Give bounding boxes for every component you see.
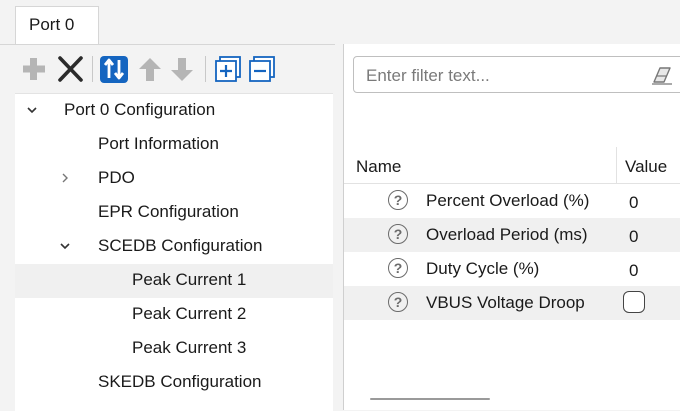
toolbar-separator [92,56,93,82]
tree-node-peak-current-1[interactable]: Peak Current 1 [15,264,333,298]
toolbar [15,50,335,88]
help-icon[interactable]: ? [388,224,408,244]
tree-node-label: SKEDB Configuration [98,372,262,391]
tree-node-label: SCEDB Configuration [98,236,263,255]
tree-node-epr-configuration[interactable]: EPR Configuration [15,196,333,230]
tab-label: Port 0 [29,15,75,34]
property-value[interactable]: 0 [629,193,638,213]
collapse-all-button[interactable] [247,54,277,84]
tab-strip: Port 0 [0,0,680,45]
tree-node-port-information[interactable]: Port Information [15,128,333,162]
property-name: Duty Cycle (%) [426,259,540,278]
tree-node-label: Peak Current 3 [132,338,247,357]
chevron-down-icon[interactable] [25,102,39,118]
delete-button[interactable] [55,54,85,84]
pane-splitter[interactable] [335,44,343,410]
move-down-button[interactable] [167,54,197,84]
column-header-name[interactable]: Name [356,157,401,177]
help-icon[interactable]: ? [388,190,408,210]
property-value[interactable]: 0 [629,261,638,281]
property-name: Overload Period (ms) [426,225,588,244]
plus-icon [23,58,45,80]
toolbar-separator [205,56,206,82]
tree-node-port-0-configuration[interactable]: Port 0 Configuration [15,94,333,128]
add-button[interactable] [19,54,49,84]
property-name: VBUS Voltage Droop [426,293,585,312]
tree-node-scedb-configuration[interactable]: SCEDB Configuration [15,230,333,264]
property-grid: Name Value ? Percent Overload (%) 0 ? Ov… [344,147,680,410]
filter-box [353,56,680,93]
filter-input[interactable] [364,63,638,89]
column-resize-handle[interactable] [616,147,617,183]
help-icon[interactable]: ? [388,292,408,312]
tree-node-pdo[interactable]: PDO [15,162,333,196]
move-up-button[interactable] [135,54,165,84]
tree-node-label: Port Information [98,134,219,153]
property-panel: Name Value ? Percent Overload (%) 0 ? Ov… [343,44,680,410]
grid-row-vbus-voltage-droop[interactable]: ? VBUS Voltage Droop [344,286,680,320]
grid-row-percent-overload[interactable]: ? Percent Overload (%) 0 [344,184,680,218]
tree-node-label: PDO [98,168,135,187]
chevron-down-icon[interactable] [58,238,72,254]
help-icon[interactable]: ? [388,258,408,278]
tab-port-0[interactable]: Port 0 [15,6,99,45]
property-name: Percent Overload (%) [426,191,590,210]
chevron-right-icon[interactable] [58,170,72,186]
expand-all-button[interactable] [213,54,243,84]
tree-node-label: Peak Current 2 [132,304,247,323]
arrow-up-icon [139,58,161,81]
tree-node-peak-current-3[interactable]: Peak Current 3 [15,332,333,366]
grid-row-overload-period[interactable]: ? Overload Period (ms) 0 [344,218,680,252]
tree-node-label: Peak Current 1 [132,270,247,289]
vbus-voltage-droop-checkbox[interactable] [623,291,645,313]
tree-node-label: EPR Configuration [98,202,239,221]
tree-node-peak-current-2[interactable]: Peak Current 2 [15,298,333,332]
collapse-all-icon [249,56,275,82]
sort-button[interactable] [99,54,129,84]
eraser-icon[interactable] [651,66,673,86]
sort-icon [100,56,128,83]
tree-node-label: Port 0 Configuration [64,100,216,119]
column-header-value[interactable]: Value [625,157,667,177]
horizontal-scrollbar[interactable] [370,398,490,400]
property-value[interactable]: 0 [629,227,638,247]
configuration-tree: Port 0 Configuration Port Information PD… [15,93,333,411]
expand-all-icon [215,56,241,82]
tree-node-skedb-configuration[interactable]: SKEDB Configuration [15,366,333,400]
arrow-down-icon [171,58,193,81]
grid-row-duty-cycle[interactable]: ? Duty Cycle (%) 0 [344,252,680,286]
grid-header: Name Value [344,147,680,184]
x-icon [58,56,83,82]
